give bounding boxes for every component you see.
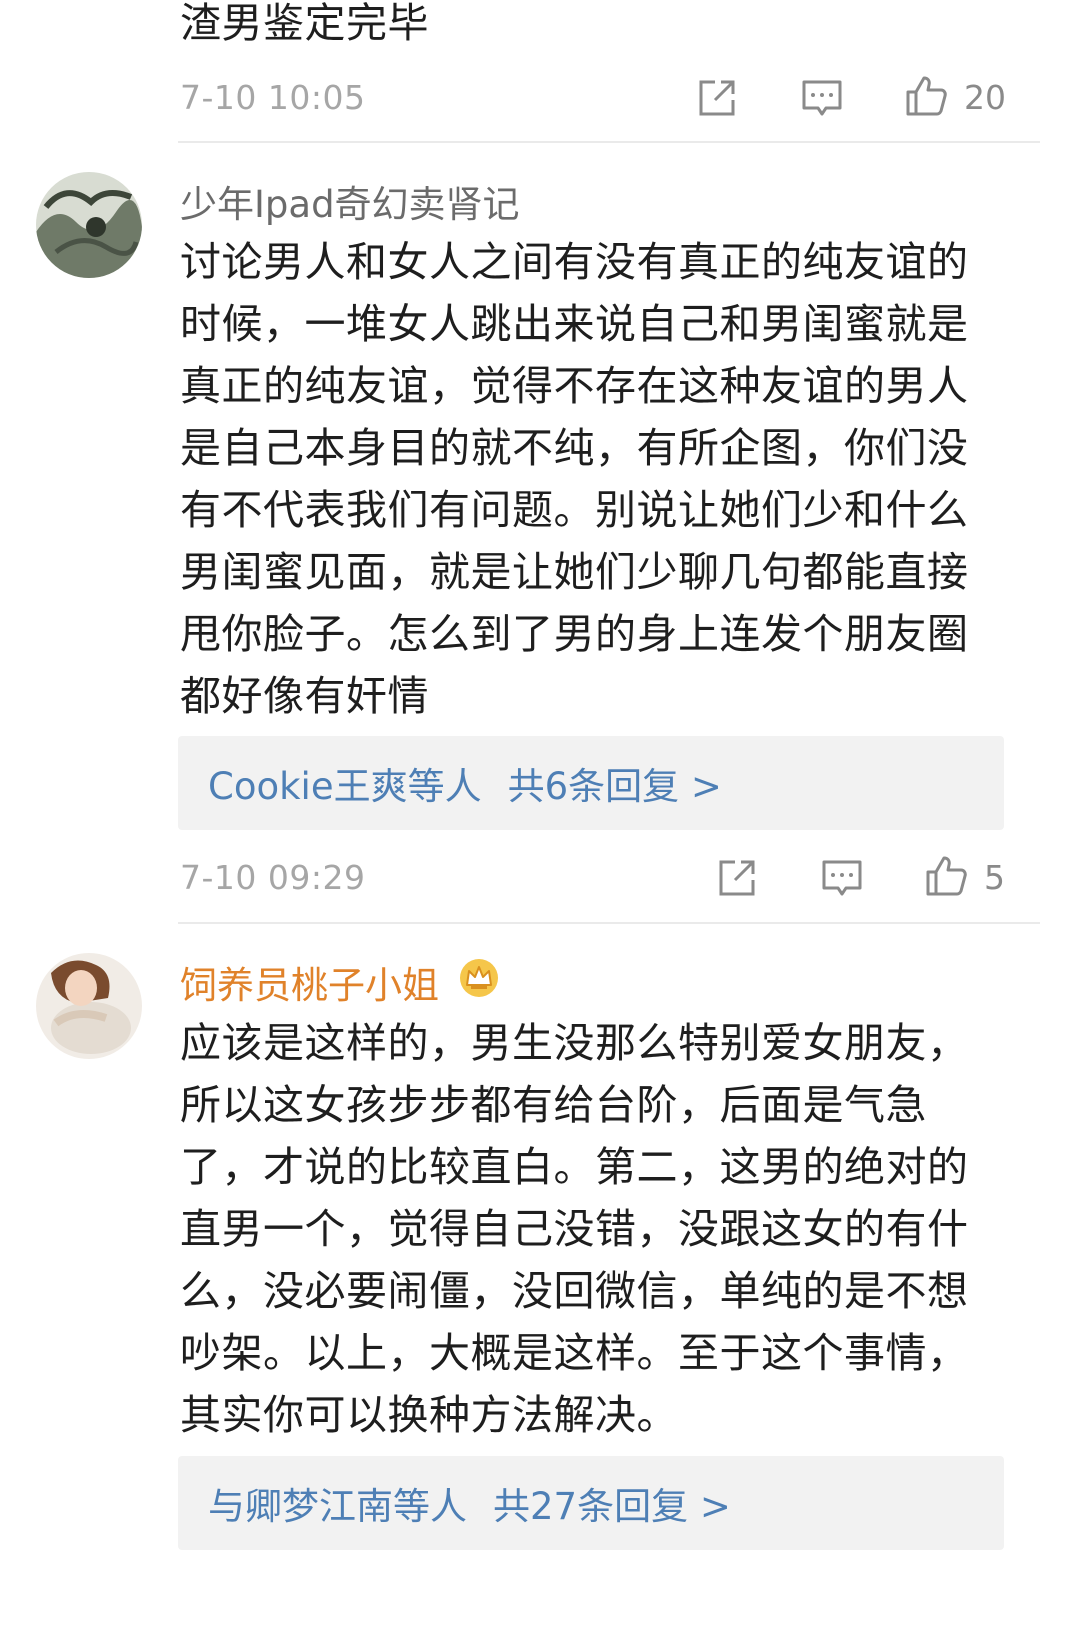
top-comment-text: 渣男鉴定完毕 xyxy=(180,0,429,47)
replies-summary[interactable]: Cookie王爽等人 共6条回复 > xyxy=(178,736,1004,830)
comment-line: 了，才说的比较直白。第二，这男的绝对的 xyxy=(180,1143,969,1191)
share-icon[interactable] xyxy=(695,76,739,120)
divider xyxy=(178,141,1040,143)
comment-line: 都好像有奸情 xyxy=(180,672,429,720)
reply-count-link[interactable]: 共6条回复 > xyxy=(508,756,722,810)
reply-users: 与卿梦江南等人 xyxy=(208,1485,467,1528)
like-count: 5 xyxy=(984,858,1005,897)
comment-body: 讨论男人和女人之间有没有真正的纯友谊的 时候，一堆女人跳出来说自己和男闺蜜就是 … xyxy=(180,231,969,727)
reply-count-link[interactable]: 共27条回复 > xyxy=(493,1476,731,1530)
comment-line: 直男一个，觉得自己没错，没跟这女的有什 xyxy=(180,1205,969,1253)
reply-users: Cookie王爽等人 xyxy=(208,765,482,808)
comment-line: 男闺蜜见面，就是让她们少聊几句都能直接 xyxy=(180,548,969,596)
like-count: 20 xyxy=(964,78,1006,117)
like-icon[interactable] xyxy=(904,74,948,118)
replies-summary[interactable]: 与卿梦江南等人 共27条回复 > xyxy=(178,1456,1004,1550)
comment-body: 应该是这样的，男生没那么特别爱女朋友， 所以这女孩步步都有给台阶，后面是气急 了… xyxy=(180,1012,969,1446)
comment-line: 真正的纯友谊，觉得不存在这种友谊的男人 xyxy=(180,362,969,410)
comment-username[interactable]: 少年Ipad奇幻卖肾记 xyxy=(180,174,520,228)
comment-line: 其实你可以换种方法解决。 xyxy=(180,1391,678,1439)
comment-username-vip[interactable]: 饲养员桃子小姐 xyxy=(180,955,439,1009)
comment-line: 所以这女孩步步都有给台阶，后面是气急 xyxy=(180,1081,927,1129)
comment-line: 有不代表我们有问题。别说让她们少和什么 xyxy=(180,486,969,534)
avatar[interactable] xyxy=(36,172,142,278)
comment-time: 7-10 09:29 xyxy=(180,858,366,897)
share-icon[interactable] xyxy=(715,856,759,900)
comment-icon[interactable] xyxy=(800,76,844,120)
comment-line: 么，没必要闹僵，没回微信，单纯的是不想 xyxy=(180,1267,969,1315)
comment-line: 甩你脸子。怎么到了男的身上连发个朋友圈 xyxy=(180,610,969,658)
like-icon[interactable] xyxy=(924,854,968,898)
avatar[interactable] xyxy=(36,953,142,1059)
divider xyxy=(178,922,1040,924)
top-comment-time: 7-10 10:05 xyxy=(180,78,366,117)
comment-line: 时候，一堆女人跳出来说自己和男闺蜜就是 xyxy=(180,300,969,348)
crown-badge-icon xyxy=(460,959,498,997)
comment-line: 吵架。以上，大概是这样。至于这个事情， xyxy=(180,1329,969,1377)
comment-icon[interactable] xyxy=(820,856,864,900)
comment-line: 应该是这样的，男生没那么特别爱女朋友， xyxy=(180,1019,969,1067)
comment-line: 讨论男人和女人之间有没有真正的纯友谊的 xyxy=(180,238,969,286)
comment-line: 是自己本身目的就不纯，有所企图，你们没 xyxy=(180,424,969,472)
